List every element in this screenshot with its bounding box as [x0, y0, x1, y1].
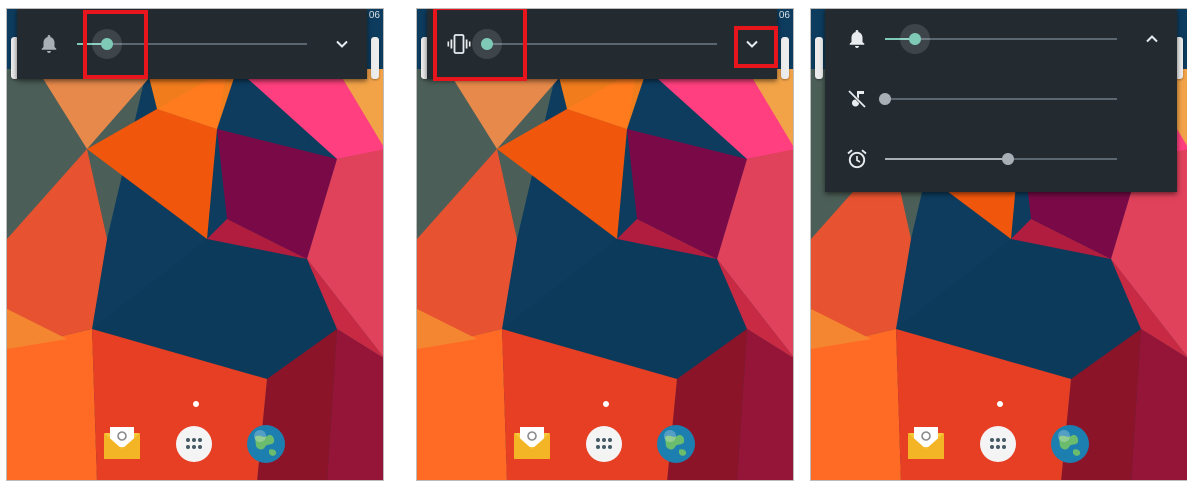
right-widget-edge — [371, 37, 379, 79]
wallpaper — [7, 9, 383, 480]
volume-row-alarm[interactable] — [825, 129, 1177, 189]
alarm-icon[interactable] — [845, 147, 869, 171]
highlight-box-expand-button — [734, 26, 778, 68]
ringer-volume-slider[interactable] — [885, 24, 1117, 54]
browser-app-icon[interactable] — [245, 423, 287, 465]
volume-panel-expanded — [825, 9, 1177, 192]
volume-row-ringer[interactable] — [825, 9, 1177, 69]
email-app-icon[interactable] — [511, 423, 553, 465]
chevron-down-icon — [336, 40, 348, 48]
highlight-box-ringer-slider — [433, 9, 527, 81]
home-page-indicator — [997, 401, 1003, 407]
browser-app-icon[interactable] — [1049, 423, 1091, 465]
expand-button[interactable] — [327, 29, 357, 59]
volume-row-ringer[interactable] — [17, 9, 367, 79]
right-widget-edge — [781, 37, 789, 79]
app-drawer-icon[interactable] — [583, 423, 625, 465]
bell-icon[interactable] — [37, 32, 61, 56]
bell-icon[interactable] — [845, 27, 869, 51]
volume-row-media[interactable] — [825, 69, 1177, 129]
phone-screen-3 — [810, 8, 1187, 481]
alarm-volume-slider[interactable] — [885, 153, 1117, 165]
home-page-indicator — [603, 401, 609, 407]
music-off-icon[interactable] — [845, 87, 869, 111]
phone-screen-1: 06 — [6, 8, 384, 481]
email-app-icon[interactable] — [101, 423, 143, 465]
slider-thumb[interactable] — [879, 93, 891, 105]
media-volume-slider[interactable] — [879, 93, 1117, 105]
home-page-indicator — [193, 401, 199, 407]
left-widget-edge — [815, 37, 823, 79]
slider-thumb[interactable] — [1001, 153, 1014, 165]
status-clock: 06 — [368, 10, 380, 21]
chevron-up-icon — [1146, 35, 1158, 43]
app-drawer-icon[interactable] — [173, 423, 215, 465]
email-app-icon[interactable] — [905, 423, 947, 465]
status-clock: 06 — [778, 10, 790, 21]
browser-app-icon[interactable] — [655, 423, 697, 465]
app-drawer-icon[interactable] — [977, 423, 1019, 465]
phone-screen-2: 06 — [416, 8, 794, 481]
slider-fill — [885, 158, 1008, 160]
highlight-box-slider — [83, 10, 148, 79]
volume-panel — [17, 9, 367, 79]
collapse-button[interactable] — [1137, 24, 1167, 54]
